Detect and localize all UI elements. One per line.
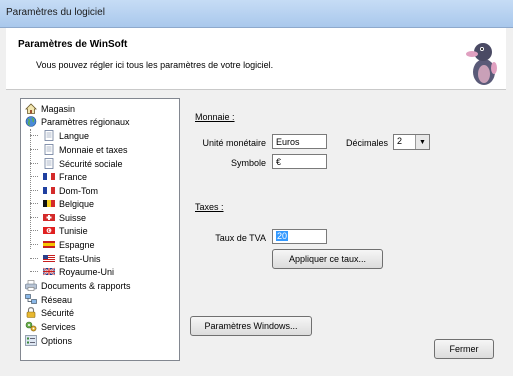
taux-tva-label: Taux de TVA [215,233,266,243]
tree-item-label: Magasin [41,103,76,114]
tree-item-label: Réseau [41,294,73,305]
settings-tree[interactable]: Magasin Paramètres régionaux Langue Monn… [20,98,180,361]
decimales-value: 2 [397,136,403,146]
parametres-windows-button[interactable]: Paramètres Windows... [190,316,312,336]
tree-connector [30,217,38,218]
page-icon [44,130,54,141]
tree-item-services[interactable]: Services [25,320,76,333]
tree-item-espagne[interactable]: Espagne [43,238,95,251]
tree-connector [30,230,38,231]
flag-france-icon [43,187,55,194]
flag-tunisia-icon [43,227,55,234]
mole-mascot-icon [466,43,497,85]
tree-item-label: Etats-Unis [59,253,101,264]
globe-icon [25,116,37,127]
tree-item-label: Monnaie et taxes [59,144,128,155]
taxes-group-label: Taxes : [195,202,224,212]
tree-connector [30,176,38,177]
tree-item-label: Dom-Tom [59,185,99,196]
tree-item-securite[interactable]: Sécurité [25,306,74,319]
decimales-label: Décimales [345,138,388,148]
flag-belgium-icon [43,200,55,207]
fermer-button[interactable]: Fermer [434,339,494,359]
tree-item-langue[interactable]: Langue [43,129,89,142]
tree-item-etats-unis[interactable]: Etats-Unis [43,252,101,265]
flag-switzerland-icon [43,214,55,221]
flag-spain-icon [43,241,55,248]
tree-item-royaume-uni[interactable]: Royaume-Uni [43,265,114,278]
tree-connector [30,190,38,191]
taux-tva-value: 20 [276,231,289,241]
tree-item-label: Tunisie [59,225,88,236]
tree-item-label: Langue [59,130,90,141]
options-icon [25,335,37,346]
tree-item-france[interactable]: France [43,170,87,183]
tree-connector [30,244,38,245]
tree-connector [30,129,31,249]
page-icon [44,158,54,169]
lock-icon [26,307,36,318]
fermer-label: Fermer [449,344,479,354]
tree-item-label: Sécurité [41,307,75,318]
header-title: Paramètres de WinSoft [18,39,128,50]
appliquer-taux-button[interactable]: Appliquer ce taux... [272,249,383,269]
tree-item-dom-tom[interactable]: Dom-Tom [43,184,98,197]
tree-item-suisse[interactable]: Suisse [43,211,86,224]
printer-icon [25,280,37,291]
tree-connector [30,258,38,259]
tree-item-securite-sociale[interactable]: Sécurité sociale [43,157,123,170]
tree-item-label: Royaume-Uni [59,266,115,277]
tree-item-label: Options [41,335,73,346]
unite-monetaire-label: Unité monétaire [202,138,266,148]
tree-connector [30,163,38,164]
tree-item-parametres-regionaux[interactable]: Paramètres régionaux [25,115,130,128]
gears-icon [25,321,37,332]
header-subtitle: Vous pouvez régler ici tous les paramètr… [36,60,274,70]
tree-item-options[interactable]: Options [25,334,72,347]
tree-item-label: Services [41,321,76,332]
tree-item-label: Belgique [59,198,95,209]
symbole-input[interactable] [272,154,327,169]
page-icon [44,144,54,155]
unite-monetaire-input[interactable] [272,134,327,149]
flag-usa-icon [43,255,55,262]
tree-item-reseau[interactable]: Réseau [25,293,72,306]
tree-connector [30,271,38,272]
tree-connector [30,135,38,136]
tree-item-belgique[interactable]: Belgique [43,197,94,210]
tree-item-label: France [59,171,88,182]
settings-window: Paramètres du logiciel Paramètres de Win… [0,0,513,376]
header-panel: Paramètres de WinSoft Vous pouvez régler… [6,28,506,90]
symbole-label: Symbole [230,158,266,168]
tree-item-monnaie-et-taxes[interactable]: Monnaie et taxes [43,143,128,156]
taux-tva-input[interactable]: 20 [272,229,327,244]
window-title: Paramètres du logiciel [6,7,105,18]
tree-item-label: Documents & rapports [41,280,131,291]
tree-item-magasin[interactable]: Magasin [25,102,75,115]
network-icon [25,294,37,304]
tree-connector [30,203,38,204]
house-icon [25,103,37,114]
tree-item-label: Sécurité sociale [59,158,123,169]
monnaie-group-label: Monnaie : [195,112,235,122]
flag-france-icon [43,173,55,180]
title-bar[interactable]: Paramètres du logiciel [0,0,513,28]
tree-item-label: Espagne [59,239,95,250]
chevron-down-icon[interactable]: ▼ [415,135,429,149]
tree-item-label: Suisse [59,212,87,223]
tree-item-documents-rapports[interactable]: Documents & rapports [25,279,131,292]
flag-uk-icon [43,267,55,276]
tree-item-tunisie[interactable]: Tunisie [43,224,88,237]
tree-connector [30,149,38,150]
decimales-select[interactable]: 2 ▼ [393,134,430,150]
tree-item-label: Paramètres régionaux [41,116,130,127]
